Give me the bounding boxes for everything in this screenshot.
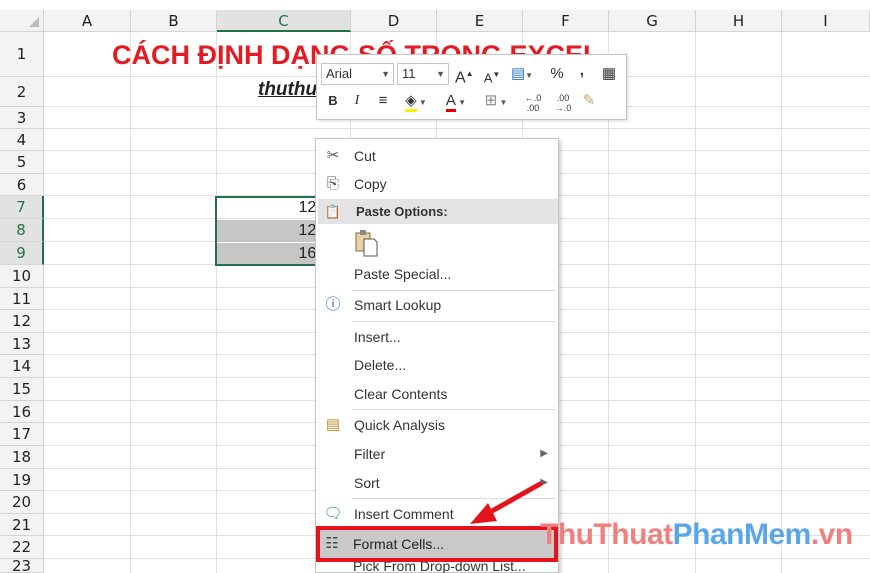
row-header-21[interactable]: 21 <box>0 514 44 536</box>
font-color-icon[interactable]: A ▼ <box>441 91 471 113</box>
column-header-f[interactable]: F <box>523 10 609 32</box>
row-header-19[interactable]: 19 <box>0 469 44 491</box>
row-header-6[interactable]: 6 <box>0 174 44 196</box>
column-header-g[interactable]: G <box>609 10 696 32</box>
row-header-11[interactable]: 11 <box>0 288 44 310</box>
chevron-down-icon: ▼ <box>381 69 390 79</box>
menu-item-smart-lookup[interactable]: ⓘ Smart Lookup <box>316 292 558 318</box>
menu-item-insert-comment[interactable]: 🗨 Insert Comment <box>316 501 558 527</box>
column-header-h[interactable]: H <box>696 10 782 32</box>
smart-lookup-icon: ⓘ <box>325 296 341 313</box>
font-name-value: Arial <box>326 66 353 81</box>
column-header-i[interactable]: I <box>782 10 870 32</box>
menu-item-cut[interactable]: ✂ Cut <box>316 143 558 169</box>
row-header-3[interactable]: 3 <box>0 107 44 129</box>
row-header-4[interactable]: 4 <box>0 129 44 151</box>
row-header-9[interactable]: 9 <box>0 242 44 265</box>
clipboard-icon: 📋 <box>324 204 342 219</box>
column-header-c[interactable]: C <box>217 10 351 32</box>
row-header-22[interactable]: 22 <box>0 536 44 559</box>
menu-item-sort[interactable]: Sort ▶ <box>316 470 558 496</box>
decrease-font-size-button[interactable]: A▼ <box>483 65 501 88</box>
font-size-combo[interactable]: 11 ▼ <box>397 63 449 85</box>
paste-icon <box>355 230 378 257</box>
italic-button[interactable]: I <box>349 91 365 111</box>
row-header-18[interactable]: 18 <box>0 446 44 469</box>
paste-options-header: 📋 Paste Options: <box>318 199 558 224</box>
paste-icon-button[interactable] <box>354 229 380 257</box>
menu-item-copy[interactable]: ⎘ Copy <box>316 171 558 197</box>
comma-style-button[interactable]: , <box>575 61 589 81</box>
increase-font-size-button[interactable]: A▲ <box>455 64 474 88</box>
column-header-b[interactable]: B <box>131 10 217 32</box>
column-header-d[interactable]: D <box>351 10 437 32</box>
row-header-20[interactable]: 20 <box>0 491 44 514</box>
font-size-value: 11 <box>402 66 416 81</box>
row-header-13[interactable]: 13 <box>0 333 44 355</box>
chevron-right-icon: ▶ <box>540 448 548 459</box>
format-painter-table-icon[interactable]: ▦ <box>599 64 619 84</box>
row-header-17[interactable]: 17 <box>0 423 44 446</box>
row-header-8[interactable]: 8 <box>0 219 44 242</box>
row-header-15[interactable]: 15 <box>0 378 44 401</box>
fill-color-icon[interactable]: ◈ ▼ <box>401 91 431 113</box>
select-all-corner[interactable] <box>0 10 44 32</box>
accounting-format-icon[interactable]: ▤▼ <box>507 64 537 86</box>
percent-style-button[interactable]: % <box>549 64 565 84</box>
watermark: ThuThuatPhanMem.vn <box>540 518 853 551</box>
quick-analysis-icon: ▤ <box>325 416 341 433</box>
format-cells-highlight-box <box>316 526 558 562</box>
format-painter-icon[interactable]: ✎ <box>579 91 599 111</box>
menu-item-paste-special[interactable]: Paste Special... <box>316 261 558 287</box>
scissors-icon: ✂ <box>326 147 340 164</box>
decrease-decimal-button[interactable]: .00 →.0 <box>551 93 575 113</box>
menu-item-insert[interactable]: Insert... <box>316 324 558 350</box>
font-name-combo[interactable]: Arial ▼ <box>321 63 394 85</box>
increase-decimal-button[interactable]: ←.0 .00 <box>521 93 545 113</box>
context-menu: ✂ Cut ⎘ Copy 📋 Paste Options: Paste Spec… <box>315 138 559 573</box>
row-header-16[interactable]: 16 <box>0 401 44 423</box>
row-header-12[interactable]: 12 <box>0 310 44 333</box>
copy-icon: ⎘ <box>326 175 339 192</box>
chevron-down-icon: ▼ <box>436 69 445 79</box>
row-header-23[interactable]: 23 <box>0 559 44 573</box>
chevron-right-icon: ▶ <box>540 477 548 488</box>
row-header-14[interactable]: 14 <box>0 355 44 378</box>
mini-toolbar: Arial ▼ 11 ▼ A▲ A▼ ▤▼ % , ▦ B I ≡ ◈ ▼ A … <box>316 54 627 120</box>
row-header-1[interactable]: 1 <box>0 32 44 77</box>
row-header-2[interactable]: 2 <box>0 77 44 107</box>
menu-item-pick-from-list[interactable]: Pick From Drop-down List... <box>315 561 557 573</box>
menu-item-quick-analysis[interactable]: ▤ Quick Analysis <box>316 412 558 438</box>
row-header-10[interactable]: 10 <box>0 265 44 288</box>
column-header-e[interactable]: E <box>437 10 523 32</box>
menu-item-delete[interactable]: Delete... <box>316 352 558 378</box>
row-header-7[interactable]: 7 <box>0 196 44 219</box>
align-center-icon[interactable]: ≡ <box>373 91 393 111</box>
menu-item-clear-contents[interactable]: Clear Contents <box>316 381 558 407</box>
column-header-a[interactable]: A <box>44 10 131 32</box>
borders-icon[interactable]: ⊞ ▼ <box>481 91 511 113</box>
menu-item-filter[interactable]: Filter ▶ <box>316 441 558 467</box>
row-header-5[interactable]: 5 <box>0 151 44 174</box>
comment-icon: 🗨 <box>323 505 343 522</box>
bold-button[interactable]: B <box>325 91 341 111</box>
